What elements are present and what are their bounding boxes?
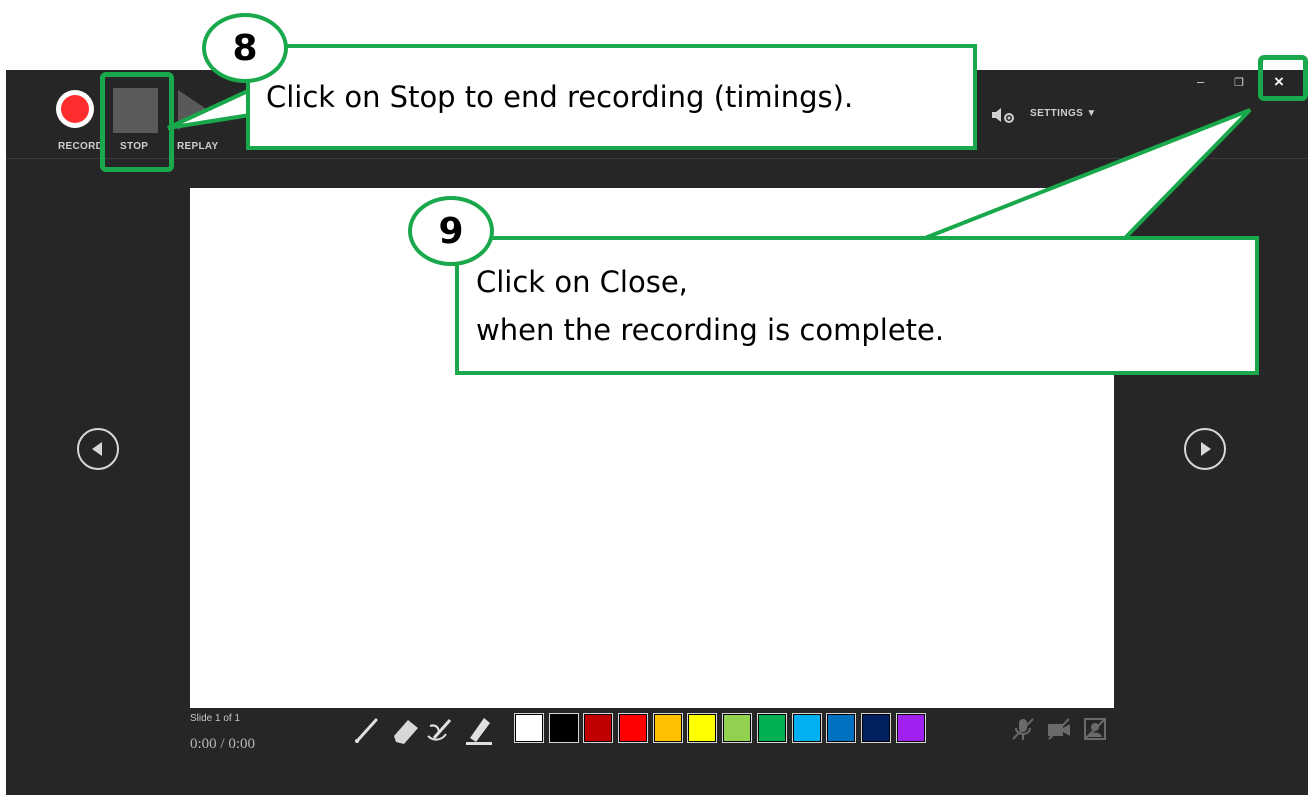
step-8-badge: 8	[202, 13, 288, 83]
step-9-line-2: when the recording is complete.	[476, 313, 945, 347]
step-8-text: Click on Stop to end recording (timings)…	[266, 80, 854, 114]
step-9-callout	[455, 236, 1259, 375]
close-highlight	[1258, 55, 1308, 101]
step-9-line-1: Click on Close,	[476, 265, 688, 299]
step-9-badge: 9	[408, 196, 494, 266]
stop-highlight	[100, 72, 174, 172]
